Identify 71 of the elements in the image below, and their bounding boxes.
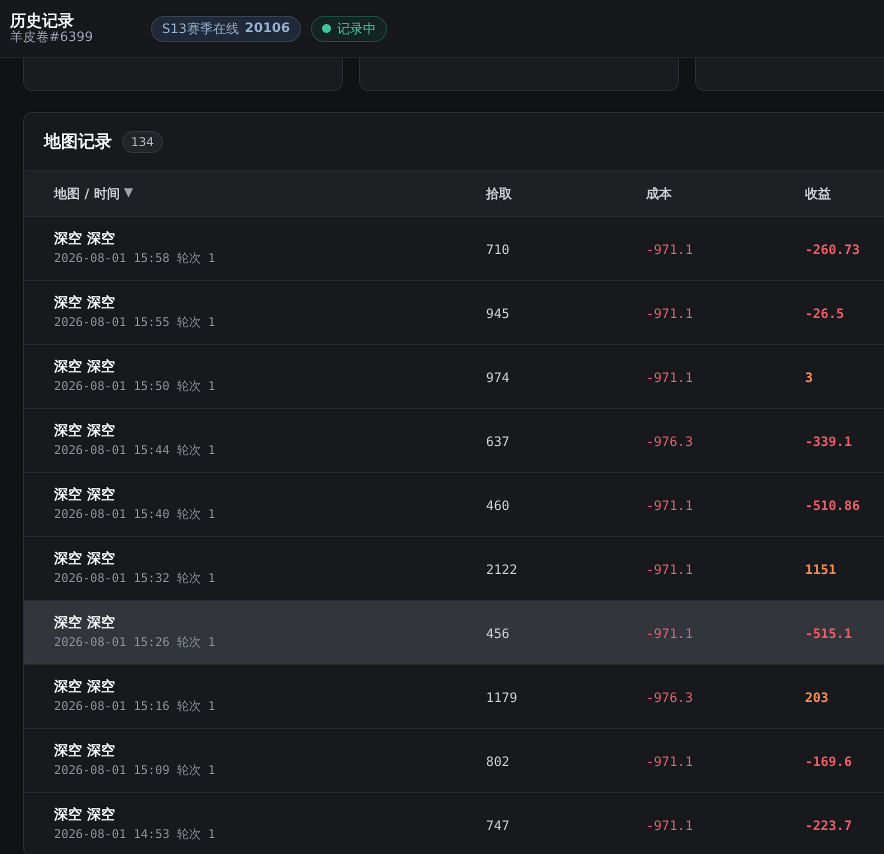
record-time: 2026-08-01 15:40 轮次 1 <box>54 506 216 523</box>
map-name: 深空 深空 <box>54 230 116 248</box>
record-row[interactable]: 深空 深空 2026-08-01 14:53 轮次 1 747 -971.1 -223.7 <box>24 792 884 854</box>
pickup-value: 2122 <box>486 563 518 578</box>
page-title: 历史记录 <box>10 11 75 30</box>
profit-value: -515.1 <box>805 627 852 642</box>
column-header: 拾取 <box>486 186 512 202</box>
column-header[interactable]: 地图 / 时间 <box>54 184 120 202</box>
map-name: 深空 深空 <box>54 678 116 696</box>
recording-status-badge: 记录中 <box>311 16 388 42</box>
record-row[interactable]: 深空 深空 2026-08-01 15:44 轮次 1 637 -976.3 -339.1 <box>24 408 884 472</box>
record-row[interactable]: 深空 深空 2026-08-01 15:09 轮次 1 802 -971.1 -169.6 <box>24 728 884 792</box>
cost-value: -971.1 <box>646 819 693 834</box>
profit-value: -26.5 <box>805 307 844 322</box>
map-name: 深空 深空 <box>54 614 116 632</box>
cost-value: -971.1 <box>646 755 693 770</box>
record-row[interactable]: 深空 深空 2026-08-01 15:55 轮次 1 945 -971.1 -26.5 <box>24 280 884 344</box>
record-time: 2026-08-01 15:16 轮次 1 <box>54 698 216 715</box>
map-name: 深空 深空 <box>54 806 116 824</box>
profit-value: 1151 <box>805 563 836 578</box>
record-time: 2026-08-01 15:50 轮次 1 <box>54 378 216 395</box>
sort-icon[interactable]: ▼ <box>124 184 134 202</box>
pickup-value: 1179 <box>486 691 518 706</box>
record-time: 2026-08-01 15:58 轮次 1 <box>54 250 216 267</box>
pickup-value: 974 <box>486 371 510 386</box>
cost-value: -971.1 <box>646 499 693 514</box>
profit-value: -223.7 <box>805 819 852 834</box>
profit-value: -169.6 <box>805 755 852 770</box>
record-row[interactable]: 深空 深空 2026-08-01 15:50 轮次 1 974 -971.1 3 <box>24 344 884 408</box>
record-time: 2026-08-01 15:55 轮次 1 <box>54 314 216 331</box>
pickup-value: 710 <box>486 243 510 258</box>
record-time: 2026-08-01 15:32 轮次 1 <box>54 570 216 587</box>
profit-value: 203 <box>805 691 828 706</box>
profit-value: -260.73 <box>805 243 860 258</box>
profit-value: -339.1 <box>805 435 852 450</box>
column-header: 成本 <box>646 186 672 202</box>
record-row[interactable]: 深空 深空 2026-08-01 15:16 轮次 1 1179 -976.3 203 <box>24 664 884 728</box>
column-header: 收益 <box>805 186 831 202</box>
record-row[interactable]: 深空 深空 2026-08-01 15:40 轮次 1 460 -971.1 -510.86 <box>24 472 884 536</box>
map-name: 深空 深空 <box>54 742 116 760</box>
cost-value: -971.1 <box>646 243 693 258</box>
record-time: 2026-08-01 14:53 轮次 1 <box>54 826 216 843</box>
map-name: 深空 深空 <box>54 358 116 376</box>
map-name: 深空 深空 <box>54 486 116 504</box>
cost-value: -971.1 <box>646 371 693 386</box>
record-time: 2026-08-01 15:09 轮次 1 <box>54 762 216 779</box>
season-online-badge: S13赛季在线 20106 <box>151 16 302 42</box>
profit-value: -510.86 <box>805 499 860 514</box>
pickup-value: 456 <box>486 627 510 642</box>
pickup-value: 747 <box>486 819 510 834</box>
map-name: 深空 深空 <box>54 294 116 312</box>
map-name: 深空 深空 <box>54 550 116 568</box>
status-dot-icon <box>322 24 332 33</box>
cost-value: -976.3 <box>646 435 693 450</box>
cost-value: -971.1 <box>646 627 693 642</box>
pickup-value: 460 <box>486 499 510 514</box>
record-row[interactable]: 深空 深空 2026-08-01 15:26 轮次 1 456 -971.1 -515.1 <box>24 600 884 664</box>
record-count: 134 <box>122 130 163 152</box>
map-name: 深空 深空 <box>54 422 116 440</box>
pickup-value: 945 <box>486 307 510 322</box>
record-time: 2026-08-01 15:26 轮次 1 <box>54 634 216 651</box>
record-row[interactable]: 深空 深空 2026-08-01 15:58 轮次 1 710 -971.1 -260.73 <box>24 216 884 280</box>
cost-value: -971.1 <box>646 563 693 578</box>
cost-value: -971.1 <box>646 307 693 322</box>
record-time: 2026-08-01 15:44 轮次 1 <box>54 442 216 459</box>
pickup-value: 637 <box>486 435 510 450</box>
pickup-value: 802 <box>486 755 510 770</box>
cost-value: -976.3 <box>646 691 693 706</box>
profile-subtitle: 羊皮卷#6399 <box>10 30 94 46</box>
section-title: 地图记录 <box>44 131 112 153</box>
profit-value: 3 <box>805 371 813 386</box>
